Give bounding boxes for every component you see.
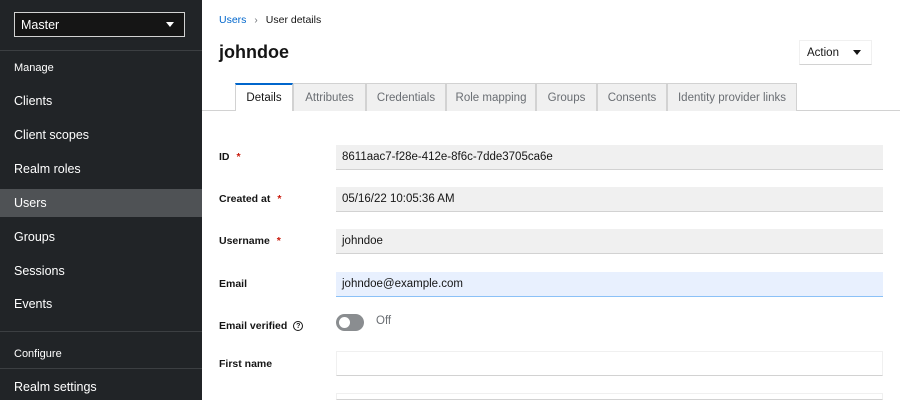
id-value: 8611aac7-f28e-412e-8f6c-7dde3705ca6e bbox=[342, 151, 553, 163]
email-verified-toggle[interactable] bbox=[336, 314, 364, 331]
page-title: johndoe bbox=[219, 42, 289, 62]
email-value: johndoe@example.com bbox=[342, 278, 463, 290]
id-field[interactable]: 8611aac7-f28e-412e-8f6c-7dde3705ca6e bbox=[336, 145, 883, 170]
required-mark: * bbox=[236, 151, 241, 163]
sidebar-item-clients[interactable]: Clients bbox=[0, 87, 202, 115]
field-label-text: Email verified bbox=[219, 320, 288, 332]
tab-role-mapping[interactable]: Role mapping bbox=[446, 83, 536, 111]
sidebar-item-label: Users bbox=[14, 196, 47, 210]
tab-groups[interactable]: Groups bbox=[536, 83, 597, 111]
realm-selector-label: Master bbox=[21, 17, 60, 32]
sidebar-item-label: Groups bbox=[14, 230, 55, 244]
toggle-knob bbox=[339, 317, 350, 328]
tab-label: Role mapping bbox=[455, 91, 527, 104]
sidebar-item-users[interactable]: Users bbox=[0, 189, 202, 217]
tab-attributes[interactable]: Attributes bbox=[293, 83, 366, 111]
nav-section-manage: Manage bbox=[14, 62, 54, 74]
last-name-field[interactable] bbox=[336, 393, 883, 400]
breadcrumb-link-users[interactable]: Users bbox=[219, 14, 246, 26]
field-label-text: Username bbox=[219, 235, 270, 247]
tab-identity-provider-links[interactable]: Identity provider links bbox=[667, 83, 797, 111]
tab-label: Groups bbox=[547, 91, 586, 104]
action-dropdown[interactable]: Action bbox=[799, 40, 872, 65]
main-content: Users › User details johndoe Action Deta… bbox=[202, 0, 900, 400]
required-mark: * bbox=[276, 235, 281, 247]
sidebar-item-groups[interactable]: Groups bbox=[0, 223, 202, 251]
id-label: ID * bbox=[219, 151, 241, 163]
email-label: Email bbox=[219, 278, 247, 290]
sidebar-item-sessions[interactable]: Sessions bbox=[0, 257, 202, 285]
sidebar-item-label: Realm roles bbox=[14, 162, 81, 176]
breadcrumb: Users › User details bbox=[219, 14, 321, 26]
username-field[interactable]: johndoe bbox=[336, 229, 883, 254]
email-verified-label: Email verified ? bbox=[219, 320, 304, 332]
username-label: Username * bbox=[219, 235, 281, 247]
email-verified-state: Off bbox=[376, 315, 392, 327]
sidebar-item-realm-roles[interactable]: Realm roles bbox=[0, 155, 202, 183]
created-at-value: 05/16/22 10:05:36 AM bbox=[342, 193, 455, 205]
sidebar-item-label: Clients bbox=[14, 94, 53, 108]
first-name-field[interactable] bbox=[336, 351, 883, 376]
divider bbox=[0, 368, 202, 369]
tab-label: Details bbox=[246, 92, 282, 104]
help-icon[interactable]: ? bbox=[293, 321, 304, 331]
sidebar-item-label: Realm settings bbox=[14, 380, 97, 394]
required-mark: * bbox=[277, 193, 282, 205]
caret-down-icon bbox=[853, 50, 861, 55]
realm-selector[interactable]: Master bbox=[14, 12, 185, 37]
sidebar-item-realm-settings[interactable]: Realm settings bbox=[0, 373, 202, 400]
first-name-label: First name bbox=[219, 358, 272, 370]
tab-label: Credentials bbox=[376, 91, 436, 104]
tab-details[interactable]: Details bbox=[235, 83, 293, 111]
username-value: johndoe bbox=[342, 235, 383, 247]
sidebar-item-events[interactable]: Events bbox=[0, 290, 202, 318]
sidebar-item-label: Sessions bbox=[14, 264, 65, 278]
breadcrumb-current: User details bbox=[265, 14, 322, 26]
field-label-text: Email bbox=[219, 278, 248, 290]
sidebar-item-client-scopes[interactable]: Client scopes bbox=[0, 121, 202, 149]
action-dropdown-label: Action bbox=[807, 46, 839, 59]
field-label-text: ID bbox=[219, 151, 230, 163]
tab-consents[interactable]: Consents bbox=[597, 83, 667, 111]
field-label-text: Created at bbox=[219, 193, 271, 205]
tab-label: Consents bbox=[607, 91, 657, 104]
divider bbox=[0, 50, 202, 51]
sidebar-item-label: Client scopes bbox=[14, 128, 90, 142]
created-at-label: Created at * bbox=[219, 193, 281, 205]
tab-credentials[interactable]: Credentials bbox=[366, 83, 446, 111]
divider bbox=[0, 331, 202, 332]
sidebar: Master Manage Clients Client scopes Real… bbox=[0, 0, 202, 400]
nav-section-configure: Configure bbox=[14, 348, 62, 360]
sidebar-item-label: Events bbox=[14, 297, 53, 311]
field-label-text: First name bbox=[219, 358, 273, 370]
tab-label: Identity provider links bbox=[677, 91, 787, 104]
chevron-right-icon: › bbox=[254, 14, 258, 26]
tab-label: Attributes bbox=[305, 91, 354, 104]
caret-down-icon bbox=[166, 22, 174, 27]
created-at-field[interactable]: 05/16/22 10:05:36 AM bbox=[336, 187, 883, 212]
email-field[interactable]: johndoe@example.com bbox=[336, 272, 883, 297]
